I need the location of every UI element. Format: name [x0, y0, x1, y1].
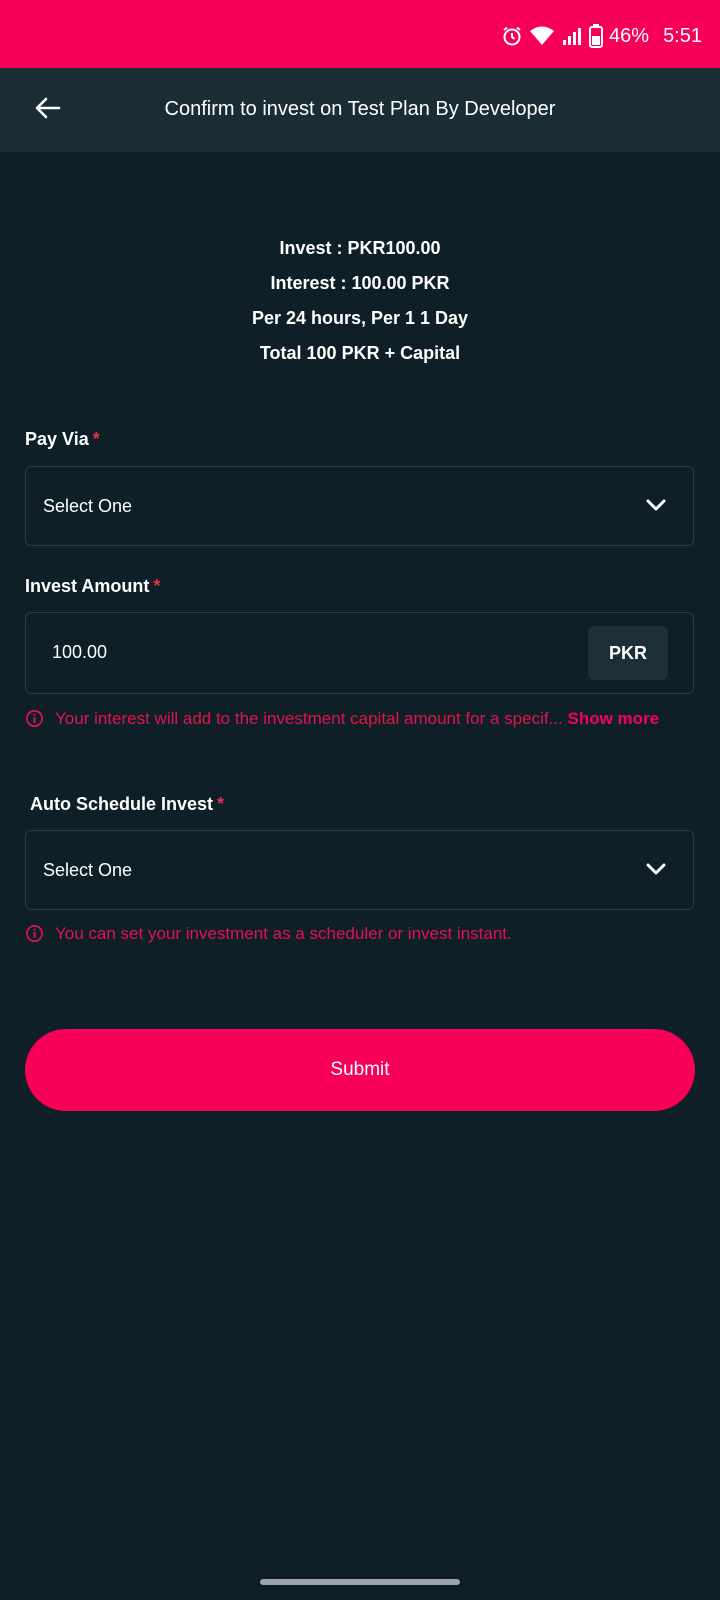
auto-schedule-hint: You can set your investment as a schedul… [25, 920, 665, 947]
status-bar: 46% 5:51 [0, 0, 720, 68]
investment-summary: Invest : PKR100.00 Interest : 100.00 PKR… [0, 236, 720, 376]
interest-summary-line: Interest : 100.00 PKR [270, 273, 450, 293]
home-indicator[interactable] [260, 1579, 460, 1585]
required-marker: * [92, 429, 100, 449]
page-title: Confirm to invest on Test Plan By Develo… [164, 98, 556, 120]
submit-button[interactable]: Submit [25, 1029, 695, 1111]
required-marker: * [153, 576, 161, 596]
battery-percent: 46% [609, 24, 650, 47]
pay-via-value: Select One [43, 496, 133, 516]
required-marker: * [217, 794, 225, 814]
currency-badge: PKR [588, 626, 668, 680]
period-summary-line: Per 24 hours, Per 1 1 Day [251, 308, 469, 328]
auto-schedule-value: Select One [43, 860, 133, 880]
pay-via-label-text: Pay Via [25, 429, 89, 449]
pay-via-label: Pay Via * [25, 429, 100, 450]
invest-summary-line: Invest : PKR100.00 [279, 238, 441, 258]
invest-amount-input[interactable] [50, 635, 554, 669]
auto-schedule-hint-text: You can set your investment as a schedul… [55, 924, 512, 943]
auto-schedule-label: Auto Schedule Invest * [30, 794, 224, 815]
app-bar: Confirm to invest on Test Plan By Develo… [0, 68, 720, 152]
info-icon [25, 924, 44, 951]
invest-amount-hint-text: Your interest will add to the investment… [55, 709, 563, 728]
show-more-link[interactable]: Show more [568, 709, 660, 728]
invest-amount-hint: Your interest will add to the investment… [25, 705, 665, 732]
info-icon [25, 709, 44, 736]
wifi-icon [529, 25, 555, 47]
signal-icon [561, 25, 583, 47]
battery-icon [589, 24, 604, 48]
pay-via-select[interactable]: Select One [25, 466, 694, 546]
auto-schedule-label-text: Auto Schedule Invest [30, 794, 214, 814]
auto-schedule-select[interactable]: Select One [25, 830, 694, 910]
chevron-down-icon [645, 497, 667, 518]
chevron-down-icon [645, 861, 667, 882]
invest-amount-label-text: Invest Amount [25, 576, 150, 596]
status-icons: 46% 5:51 [501, 24, 702, 48]
total-summary-line: Total 100 PKR + Capital [259, 343, 461, 363]
invest-amount-field: PKR [25, 612, 694, 694]
clock: 5:51 [663, 24, 702, 47]
invest-amount-label: Invest Amount * [25, 576, 160, 597]
alarm-icon [501, 25, 523, 47]
